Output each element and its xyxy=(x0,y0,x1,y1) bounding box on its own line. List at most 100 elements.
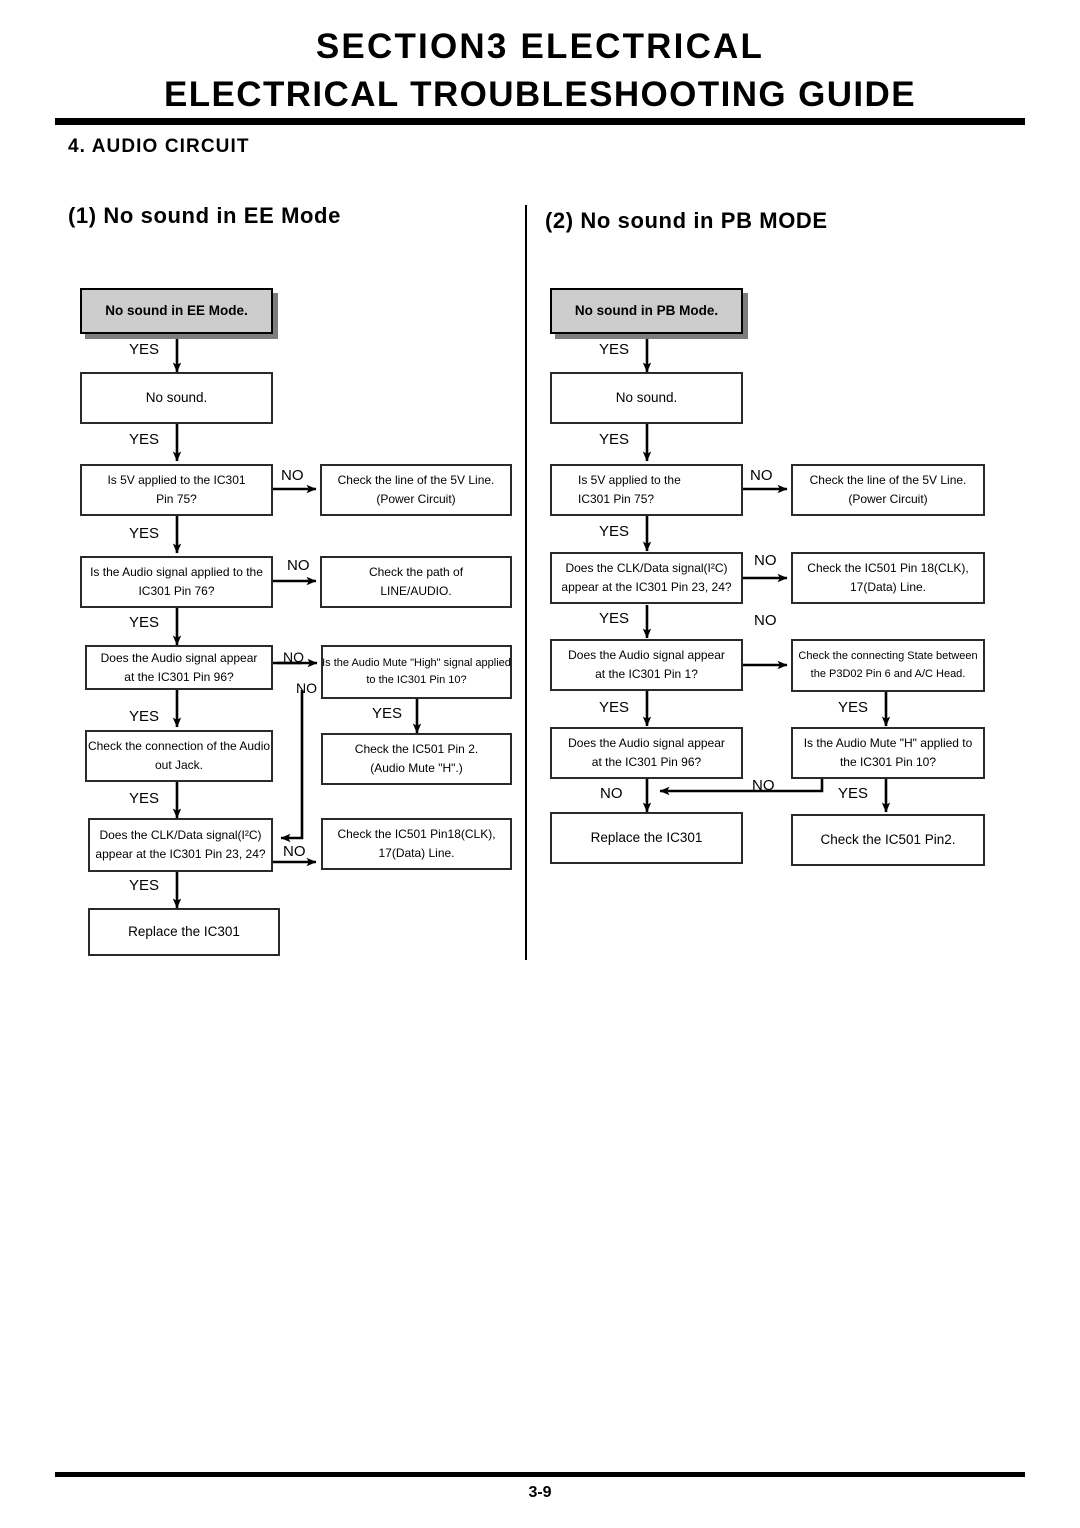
ee-node-no-sound: No sound. xyxy=(80,372,273,424)
node-text: at the IC301 Pin 1? xyxy=(595,667,698,681)
ee-node-q-mute: Is the Audio Mute "High" signal applied … xyxy=(321,645,512,699)
node-text: Is 5V applied to the xyxy=(578,473,681,488)
pb-node-no-sound: No sound. xyxy=(550,372,743,424)
node-text: the IC301 Pin 10? xyxy=(839,755,937,769)
node-text: No sound. xyxy=(145,389,208,405)
node-text: Does the Audio signal appear xyxy=(100,650,258,665)
node-text: at the IC301 Pin 96? xyxy=(591,755,702,769)
pb-node-a-5v: Check the line of the 5V Line. (Power Ci… xyxy=(791,464,985,516)
node-text: appear at the IC301 Pin 23, 24? xyxy=(561,580,732,594)
node-text: Replace the IC301 xyxy=(128,923,240,939)
pb-node-a-clk: Check the IC501 Pin 18(CLK), 17(Data) Li… xyxy=(791,552,985,604)
pb-node-q-clk: Does the CLK/Data signal(I²C) appear at … xyxy=(550,552,743,604)
ee-edge-label-yes-mute: YES xyxy=(372,705,403,722)
pb-node-q-5v: Is 5V applied to the IC301 Pin 75? xyxy=(550,464,743,516)
ee-edge-label-yes-2: YES xyxy=(129,431,160,448)
pb-edge-label-yes-4: YES xyxy=(599,610,630,627)
node-text: Check the IC501 Pin 18(CLK), xyxy=(807,561,969,576)
ee-edge-label-no-pin96: NO xyxy=(283,649,304,665)
pb-edge-label-yes-mute: YES xyxy=(838,785,869,802)
node-text: Check the line of the 5V Line. xyxy=(337,473,495,488)
page-canvas: SECTION3 ELECTRICAL ELECTRICAL TROUBLESH… xyxy=(0,0,1080,1528)
page-number: 3-9 xyxy=(528,1484,552,1501)
ee-node-a-audio-in: Check the path of LINE/AUDIO. xyxy=(320,556,512,608)
ee-node-a-jack: Check the connection of the Audio out Ja… xyxy=(85,730,273,782)
node-text: Check the connecting State between xyxy=(798,650,978,663)
node-text: Is the Audio signal applied to the xyxy=(90,565,263,580)
footer-divider-rule xyxy=(55,1472,1025,1477)
node-text: Is 5V applied to the IC301 xyxy=(107,473,246,488)
ee-edge-label-no-mute: NO xyxy=(296,680,317,696)
node-text: Check the connection of the Audio xyxy=(87,739,271,754)
node-text: LINE/AUDIO. xyxy=(380,584,452,598)
node-text: at the IC301 Pin 96? xyxy=(124,669,234,684)
ee-node-a-replace: Replace the IC301 xyxy=(88,908,280,956)
node-text: Does the CLK/Data signal(I²C) xyxy=(99,828,262,843)
pb-node-q-mute: Is the Audio Mute "H" applied to the IC3… xyxy=(791,727,985,779)
node-text: No sound in PB Mode. xyxy=(574,302,719,318)
node-text: the P3D02 Pin 6 and A/C Head. xyxy=(810,667,966,680)
pb-edge-label-yes-2: YES xyxy=(599,431,630,448)
pb-edge-label-yes-1: YES xyxy=(599,341,630,358)
pb-edge-label-yes-5: YES xyxy=(599,699,630,716)
node-text: IC301 Pin 76? xyxy=(138,584,215,598)
node-text: Check the IC501 Pin18(CLK), xyxy=(337,827,496,842)
column-divider xyxy=(525,205,527,960)
header-divider-rule xyxy=(55,118,1025,125)
ee-node-q-audio-in: Is the Audio signal applied to the IC301… xyxy=(80,556,273,608)
node-text: Check the IC501 Pin 2. xyxy=(354,742,479,757)
column-heading-pb-mode: (2) No sound in PB MODE xyxy=(545,208,828,233)
ee-edge-label-yes-4: YES xyxy=(129,614,160,631)
ee-node-q-clk: Does the CLK/Data signal(I²C) appear at … xyxy=(88,818,273,872)
ee-edge-label-no-clk: NO xyxy=(283,843,306,860)
node-text: 17(Data) Line. xyxy=(849,580,927,594)
ee-node-start: No sound in EE Mode. xyxy=(80,288,273,334)
node-text: Pin 75? xyxy=(156,492,197,506)
ee-node-q-5v: Is 5V applied to the IC301 Pin 75? xyxy=(80,464,273,516)
node-text: Is the Audio Mute "High" signal applied xyxy=(322,656,511,669)
section-title: 4. AUDIO CIRCUIT xyxy=(68,136,250,157)
pb-node-start: No sound in PB Mode. xyxy=(550,288,743,334)
ee-edge-label-yes-6: YES xyxy=(129,790,160,807)
node-text: Check the IC501 Pin2. xyxy=(820,831,956,847)
node-text: to the IC301 Pin 10? xyxy=(366,674,467,686)
ee-node-a-mute: Check the IC501 Pin 2. (Audio Mute "H".) xyxy=(321,733,512,785)
ee-node-a-clk: Check the IC501 Pin18(CLK), 17(Data) Lin… xyxy=(321,818,512,870)
pb-edge-label-no-clk: NO xyxy=(754,552,777,569)
ee-edge-label-no-5v: NO xyxy=(281,467,304,484)
node-text: out Jack. xyxy=(154,758,204,772)
node-text: (Power Circuit) xyxy=(848,492,928,506)
node-text: No sound in EE Mode. xyxy=(105,302,248,318)
pb-edge-label-yes-head: YES xyxy=(838,699,869,716)
node-text: Does the CLK/Data signal(I²C) xyxy=(565,561,728,576)
node-text: Check the line of the 5V Line. xyxy=(809,473,967,488)
pb-node-a-head: Check the connecting State between the P… xyxy=(791,639,985,692)
pb-edge-label-no-pin1: NO xyxy=(754,612,777,629)
ee-edge-label-no-audio-in: NO xyxy=(287,557,310,574)
ee-node-a-5v: Check the line of the 5V Line. (Power Ci… xyxy=(320,464,512,516)
pb-edge-label-no-5v: NO xyxy=(750,467,773,484)
pb-edge-label-no-mute: NO xyxy=(752,777,775,794)
node-text: Does the Audio signal appear xyxy=(568,648,725,663)
pb-node-a-replace: Replace the IC301 xyxy=(550,812,743,864)
pb-node-q-pin1: Does the Audio signal appear at the IC30… xyxy=(550,639,743,691)
ee-node-q-pin96: Does the Audio signal appear at the IC30… xyxy=(85,645,273,690)
ee-edge-label-yes-7: YES xyxy=(129,877,160,894)
node-text: (Power Circuit) xyxy=(376,492,456,506)
node-text: Replace the IC301 xyxy=(590,829,703,845)
node-text: Check the path of xyxy=(368,565,464,580)
column-heading-ee-mode: (1) No sound in EE Mode xyxy=(68,203,341,228)
pb-edge-label-yes-3: YES xyxy=(599,523,630,540)
pb-node-q-pin96: Does the Audio signal appear at the IC30… xyxy=(550,727,743,779)
node-text: IC301 Pin 75? xyxy=(578,492,655,506)
ee-edge-label-yes-1: YES xyxy=(129,341,160,358)
node-text: appear at the IC301 Pin 23, 24? xyxy=(95,847,266,861)
document-title-line-1: SECTION3 ELECTRICAL xyxy=(315,27,765,66)
node-text: No sound. xyxy=(615,389,678,405)
ee-edge-label-yes-5: YES xyxy=(129,708,160,725)
pb-edge-label-no-pin96: NO xyxy=(600,785,623,802)
node-text: Is the Audio Mute "H" applied to xyxy=(803,736,973,751)
ee-edge-label-yes-3: YES xyxy=(129,525,160,542)
pb-node-a-ic501: Check the IC501 Pin2. xyxy=(791,814,985,866)
node-text: (Audio Mute "H".) xyxy=(370,761,463,775)
